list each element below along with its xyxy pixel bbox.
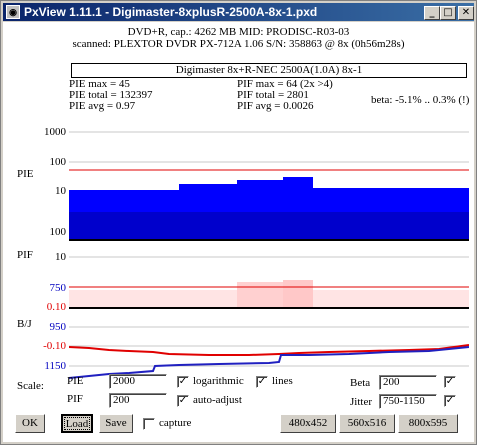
jitter-scale-input[interactable]: 750-1150 <box>379 394 437 409</box>
beta-scale-input[interactable]: 200 <box>379 375 437 390</box>
pie-scale-label: PIE <box>67 375 84 387</box>
beta-checkbox[interactable]: ✓ <box>444 376 456 388</box>
size-480x452-button[interactable]: 480x452 <box>280 414 336 433</box>
pif-avg: PIF avg = 0.0026 <box>237 100 314 112</box>
pxview-window: ◉ PxView 1.11.1 - Digimaster-8xplusR-250… <box>0 0 477 445</box>
capture-label: capture <box>159 417 192 429</box>
pif-scale-label: PIF <box>67 393 83 405</box>
pif-series <box>69 277 469 307</box>
pie-scale-input[interactable]: 2000 <box>109 374 167 389</box>
save-button[interactable]: Save <box>99 414 133 433</box>
pie-tick-10: 10 <box>55 185 66 197</box>
disc-label: Digimaster 8x+R-NEC 2500A(1.0A) 8x-1 <box>175 64 363 76</box>
pie-tick-100: 100 <box>49 156 67 168</box>
lines-label: lines <box>272 375 293 387</box>
pif-scale-input[interactable]: 200 <box>109 393 167 408</box>
pie-axis-title: PIE <box>17 168 34 180</box>
auto-adjust-checkbox[interactable]: ✓ <box>177 395 189 407</box>
jitter-scale-label: Jitter <box>350 396 372 408</box>
pif-tick-100: 100 <box>49 226 67 238</box>
maximize-button[interactable]: □ <box>440 6 456 20</box>
beta-tick-pos: 0.10 <box>46 301 66 313</box>
size-800x595-button[interactable]: 800x595 <box>398 414 458 433</box>
disc-icon: ◉ <box>6 5 20 19</box>
client-area: DVD+R, cap.: 4262 MB MID: PRODISC-R03-03… <box>3 22 474 442</box>
scan-graph <box>69 122 469 388</box>
pie-avg: PIE avg = 0.97 <box>69 100 136 112</box>
capture-checkbox[interactable] <box>143 418 155 430</box>
minimize-button[interactable]: _ <box>424 6 440 20</box>
lines-checkbox[interactable]: ✓ <box>256 376 268 388</box>
pif-tick-10: 10 <box>55 251 66 263</box>
jitter-tick-750: 750 <box>49 282 67 294</box>
bj-axis-title: B/J <box>17 318 32 330</box>
ok-button[interactable]: OK <box>15 414 45 433</box>
size-560x516-button[interactable]: 560x516 <box>339 414 395 433</box>
disc-info: DVD+R, cap.: 4262 MB MID: PRODISC-R03-03 <box>127 26 350 38</box>
logarithmic-checkbox[interactable]: ✓ <box>177 376 189 388</box>
beta-range: beta: -5.1% .. 0.3% (!) <box>371 94 470 106</box>
load-button[interactable]: Load <box>61 414 93 433</box>
title-bar[interactable]: ◉ PxView 1.11.1 - Digimaster-8xplusR-250… <box>3 3 474 21</box>
window-title: PxView 1.11.1 - Digimaster-8xplusR-2500A… <box>24 5 318 19</box>
pie-tick-1000: 1000 <box>44 126 66 138</box>
logarithmic-label: logarithmic <box>193 375 244 387</box>
scale-label: Scale: <box>17 380 44 392</box>
scan-info: scanned: PLEXTOR DVDR PX-712A 1.06 S/N: … <box>72 38 405 50</box>
close-button[interactable]: ✕ <box>458 6 474 20</box>
jitter-tick-950: 950 <box>49 321 67 333</box>
disc-label-box: Digimaster 8x+R-NEC 2500A(1.0A) 8x-1 <box>71 63 467 78</box>
jitter-checkbox[interactable]: ✓ <box>444 395 456 407</box>
beta-tick-neg: -0.10 <box>43 340 66 352</box>
beta-scale-label: Beta <box>350 377 371 389</box>
auto-adjust-label: auto-adjust <box>193 394 242 406</box>
jitter-tick-1150: 1150 <box>44 360 66 372</box>
